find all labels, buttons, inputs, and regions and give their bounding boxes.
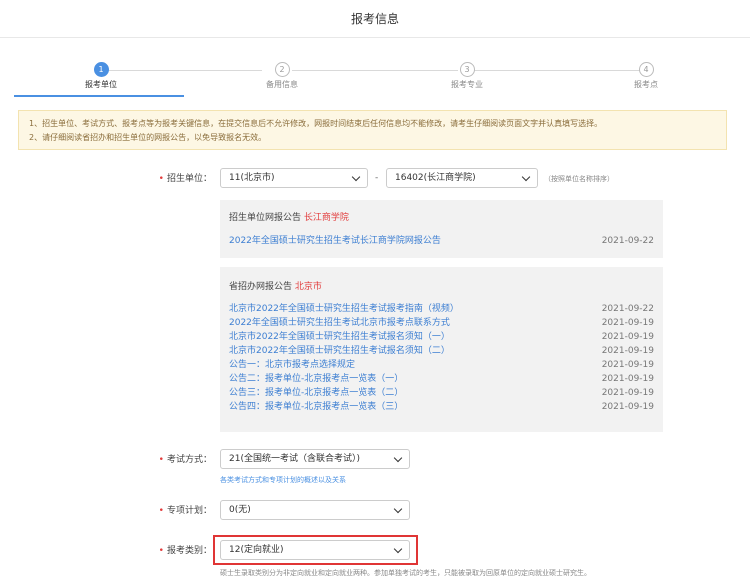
unit-row: • 招生单位： 11(北京市) - 16402(长江商学院) （按照单位名称排序） (0, 168, 750, 190)
chevron-down-icon (521, 172, 531, 182)
active-step-underline (14, 95, 184, 97)
notice-link[interactable]: 北京市2022年全国硕士研究生招生考试报名须知（二） 2021-09-19 (229, 344, 654, 358)
chevron-down-icon (351, 172, 361, 182)
province-notice-panel: 省招办网报公告 北京市 北京市2022年全国硕士研究生招生考试报考指南（视频） 2… (220, 267, 663, 432)
category-label: • 报考类别： (158, 546, 212, 556)
page-title: 报考信息 (0, 0, 750, 38)
notice-link[interactable]: 2022年全国硕士研究生招生考试长江商学院网报公告 2021-09-22 (229, 234, 654, 248)
unit-label: • 招生单位： (158, 174, 212, 184)
special-row: • 专项计划： 0(无) (0, 500, 750, 522)
step-label: 报考专业 (451, 80, 483, 89)
chevron-down-icon (393, 453, 403, 463)
special-plan-select[interactable]: 0(无) (220, 500, 410, 520)
step-2[interactable]: 2 备用信息 (237, 62, 327, 90)
province-select[interactable]: 11(北京市) (220, 168, 368, 188)
step-1[interactable]: 1 报考单位 (56, 62, 146, 90)
highlight-box (213, 535, 418, 565)
step-label: 备用信息 (266, 80, 298, 89)
category-hint: 硕士生录取类别分为非定向就业和定向就业两种。参加单独考试的考生，只能被录取为回原… (220, 569, 591, 577)
unit-panel-title: 招生单位网报公告 长江商学院 (229, 213, 349, 223)
exam-label: • 考试方式： (158, 455, 212, 465)
sort-hint: （按照单位名称排序） (544, 175, 614, 183)
notice-link[interactable]: 2022年全国硕士研究生招生考试北京市报考点联系方式 2021-09-19 (229, 316, 654, 330)
notice-link[interactable]: 公告二：报考单位-北京报考点一览表（一） 2021-09-19 (229, 372, 654, 386)
step-number: 3 (459, 62, 475, 77)
step-4[interactable]: 4 报考点 (601, 62, 691, 90)
notice-link[interactable]: 公告四：报考单位-北京报考点一览表（三） 2021-09-19 (229, 400, 654, 414)
notice-link[interactable]: 公告一：北京市报考点选择规定 2021-09-19 (229, 358, 654, 372)
notice-link[interactable]: 北京市2022年全国硕士研究生招生考试报考指南（视频） 2021-09-22 (229, 302, 654, 316)
unit-separator: - (375, 173, 379, 183)
step-number: 1 (93, 62, 109, 77)
notice-line-1: 1、招生单位、考试方式、报考点等为报考关键信息，在提交信息后不允许修改，网报时间… (29, 119, 603, 128)
chevron-down-icon (393, 504, 403, 514)
exam-row: • 考试方式： 21(全国统一考试（含联合考试）) 各类考试方式和专项计划的概述以… (0, 449, 750, 484)
unit-notice-panel: 招生单位网报公告 长江商学院 2022年全国硕士研究生招生考试长江商学院网报公告… (220, 200, 663, 258)
notice-line-2: 2、请仔细阅读省招办和招生单位的网报公告，以免导致报名无效。 (29, 133, 267, 142)
exam-method-hint-link[interactable]: 各类考试方式和专项计划的概述以及关系 (220, 475, 346, 485)
special-label: • 专项计划： (158, 506, 212, 516)
notice-link[interactable]: 北京市2022年全国硕士研究生招生考试报名须知（一） 2021-09-19 (229, 330, 654, 344)
notice-box: 1、招生单位、考试方式、报考点等为报考关键信息，在提交信息后不允许修改，网报时间… (18, 110, 727, 150)
step-number: 2 (274, 62, 290, 77)
school-select[interactable]: 16402(长江商学院) (386, 168, 538, 188)
province-panel-title: 省招办网报公告 北京市 (229, 282, 322, 292)
step-label: 报考单位 (85, 80, 117, 89)
step-3[interactable]: 3 报考专业 (422, 62, 512, 90)
notice-link[interactable]: 公告三：报考单位-北京报考点一览表（二） 2021-09-19 (229, 386, 654, 400)
registration-card: 报考信息 1 报考单位 2 备用信息 3 报考专业 4 报考点 1、招生单位、考… (0, 0, 750, 585)
exam-method-select[interactable]: 21(全国统一考试（含联合考试）) (220, 449, 410, 469)
step-label: 报考点 (634, 80, 658, 89)
step-indicator: 1 报考单位 2 备用信息 3 报考专业 4 报考点 (14, 38, 736, 97)
step-number: 4 (638, 62, 654, 77)
